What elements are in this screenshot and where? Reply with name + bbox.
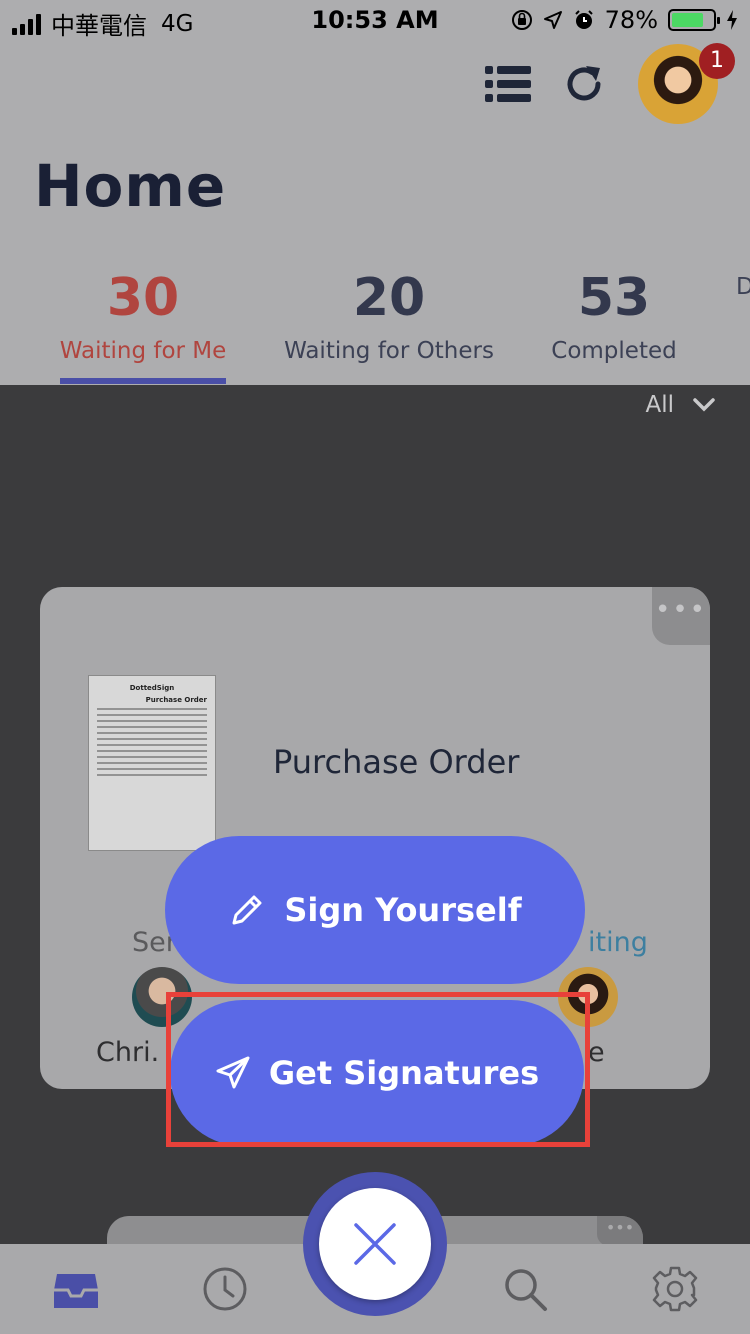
close-icon [354, 1223, 396, 1265]
status-label: iting [588, 927, 648, 958]
list-icon[interactable] [485, 64, 531, 104]
tab-completed[interactable]: 53 Completed [548, 266, 680, 364]
highlight-box [166, 992, 590, 1147]
tab-waiting-for-others[interactable]: 20 Waiting for Others [284, 266, 494, 364]
tab-waiting-for-me[interactable]: 30 Waiting for Me [56, 266, 230, 364]
tab-count: 53 [577, 268, 651, 328]
gear-icon[interactable] [650, 1264, 700, 1314]
header: 中華電信 4G 10:53 AM 78% 1 Home 30 Waiting f… [0, 0, 750, 385]
tab-label: Waiting for Me [59, 338, 227, 364]
thumbnail-heading: Purchase Order [145, 696, 207, 704]
rotation-lock-icon [511, 10, 532, 30]
active-tab-indicator [60, 378, 226, 384]
location-icon [543, 11, 562, 29]
tab-label: Completed [551, 338, 677, 364]
chevron-down-icon [693, 398, 715, 412]
tab-partial[interactable]: D [736, 266, 750, 300]
status-bar: 中華電信 4G 10:53 AM 78% [0, 0, 750, 42]
sign-yourself-button[interactable]: Sign Yourself [165, 836, 585, 984]
document-thumbnail: DottedSign Purchase Order [88, 675, 216, 851]
sign-yourself-label: Sign Yourself [284, 891, 522, 929]
more-icon[interactable]: ••• [652, 587, 710, 645]
close-button[interactable] [319, 1188, 431, 1300]
inbox-icon[interactable] [51, 1264, 101, 1314]
tab-label: Waiting for Others [284, 338, 494, 364]
refresh-icon[interactable] [562, 62, 606, 106]
document-title: Purchase Order [273, 743, 520, 781]
tab-label: D [736, 274, 750, 300]
signer-name: e [588, 1037, 605, 1068]
tab-count: 20 [352, 268, 426, 328]
search-icon[interactable] [500, 1264, 550, 1314]
charging-icon [727, 10, 737, 30]
sender-name: Chri. [96, 1037, 160, 1068]
alarm-icon [574, 10, 593, 29]
filter-dropdown[interactable]: All [645, 392, 716, 418]
battery-percent: 78% [604, 6, 658, 34]
tab-count: 30 [106, 268, 180, 328]
filter-label: All [645, 392, 674, 418]
pencil-icon [232, 895, 262, 925]
page-title: Home [34, 152, 227, 220]
notification-badge: 1 [699, 43, 735, 79]
thumbnail-brand: DottedSign [129, 684, 175, 692]
clock-icon[interactable] [200, 1264, 250, 1314]
battery-icon [668, 9, 720, 31]
more-icon[interactable]: ••• [597, 1216, 643, 1246]
